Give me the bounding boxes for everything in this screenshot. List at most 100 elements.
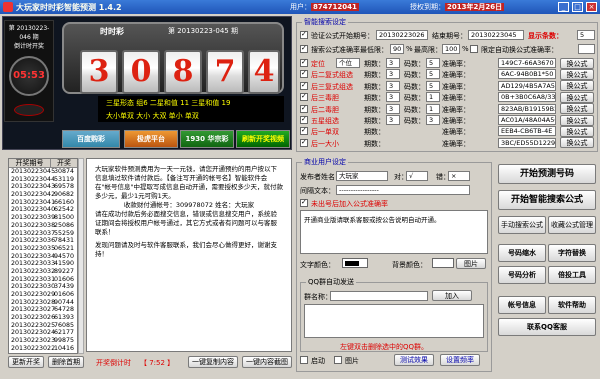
frequency-button[interactable]: 设置频率 [440,354,480,366]
table-row[interactable]: 20130223023 99875 [9,337,77,345]
table-row[interactable]: 20130223035 06521 [9,245,77,253]
table-row[interactable]: 20130223043 69578 [9,183,77,191]
periods-input[interactable]: 3 [386,115,400,125]
table-row[interactable]: 20130223041 66160 [9,199,77,207]
close-button[interactable]: × [586,2,597,12]
codes-input[interactable]: 5 [426,58,440,68]
position-select[interactable]: 个位 [336,58,360,68]
table-row[interactable]: 20130223034 94570 [9,253,77,261]
codes-input[interactable]: 1 [426,103,440,114]
periods-input[interactable]: 3 [386,69,400,80]
minimize-button[interactable]: _ [558,2,569,12]
separator-input[interactable]: ----------------- [336,185,470,195]
table-row[interactable]: 20130223024 62177 [9,329,77,337]
auto-switch-checkbox[interactable] [470,45,478,53]
table-row[interactable]: 20130223027 64728 [9,306,77,314]
table-row[interactable]: 20130223033 41590 [9,260,77,268]
baidu-lottery-button[interactable]: 百度购彩 [62,130,120,148]
formula-checkbox[interactable] [300,138,308,147]
table-row[interactable]: 20130223032 89227 [9,268,77,276]
refresh-history-button[interactable]: 更新开奖 [8,356,44,368]
max-accuracy-input[interactable]: 100 [442,44,460,54]
table-row[interactable]: 20130223038 25086 [9,222,77,230]
formula-checkbox[interactable] [300,104,308,113]
show-count-input[interactable]: 5 [577,30,595,40]
table-row[interactable]: 20130223037 55259 [9,230,77,238]
table-row[interactable]: 20130223030 37439 [9,283,77,291]
screenshot-button[interactable]: 一键内容截图 [242,356,292,368]
table-row[interactable]: 20130223039 81500 [9,214,77,222]
formula-checkbox[interactable] [300,69,308,79]
start-period-select[interactable]: 20130223026 [376,30,428,40]
text-color-picker[interactable] [342,258,368,268]
maximize-button[interactable]: □ [572,2,583,12]
end-period-select[interactable]: 20130223045 [468,30,524,40]
periods-input[interactable]: 3 [386,58,400,68]
codes-input[interactable]: 5 [426,80,440,91]
delete-first-button[interactable]: 删除首期 [48,356,84,368]
periods-input[interactable]: 3 [386,80,400,91]
formula-input[interactable]: 823AB/B19159B2 [498,103,556,114]
switch-formula-button[interactable]: 换公式 [560,125,594,137]
table-row[interactable]: 20130223040 62542 [9,206,77,214]
content-textarea[interactable]: 开通商业版请联系客服或按公告说明自动开通。 [300,210,488,254]
test-button[interactable]: 测试效果 [394,354,434,366]
bg-color-picker[interactable] [432,258,454,268]
min-accuracy-input[interactable]: 90 [390,44,404,54]
periods-input[interactable]: 3 [386,103,400,114]
char-replace-button[interactable]: 字符替换 [548,244,596,262]
formula-checkbox[interactable] [300,126,308,136]
formula-input[interactable]: 149C7-66A3670 [498,58,556,68]
group-name-input[interactable] [330,291,428,301]
formula-checkbox[interactable] [300,92,308,102]
codes-input[interactable]: 3 [426,115,440,125]
switch-formula-button[interactable]: 换公式 [560,137,594,149]
formula-input[interactable]: 3BC/ED55D12299 [498,137,556,148]
start-predict-button[interactable]: 开始预测号码 [498,164,596,184]
append-accuracy-checkbox[interactable] [300,198,308,207]
switch-formula-button[interactable]: 换公式 [560,103,594,115]
bg-image-button[interactable]: 图片 [456,258,486,269]
switch-formula-button[interactable]: 换公式 [560,80,594,92]
pic-checkbox[interactable] [334,356,342,364]
table-row[interactable]: 20130223042 90682 [9,191,77,199]
auto-switch-input[interactable] [578,44,595,54]
codes-input[interactable]: 1 [426,92,440,103]
account-info-button[interactable]: 帐号信息 [498,296,546,314]
formula-input[interactable]: EEB4-CB6TB-4E [498,126,556,137]
table-row[interactable]: 20130223031 01606 [9,276,77,284]
wrong-mark-input[interactable]: × [448,171,470,181]
switch-formula-button[interactable]: 换公式 [560,57,594,69]
formula-checkbox[interactable] [300,58,308,67]
table-row[interactable]: 20130223029 01606 [9,291,77,299]
collect-formula-button[interactable]: 收藏公式管理 [548,216,596,234]
codes-input[interactable]: 5 [426,69,440,80]
table-row[interactable]: 20130223025 76085 [9,322,77,330]
formula-checkbox[interactable] [300,81,308,90]
contact-qq-button[interactable]: 联系QQ客服 [498,318,596,336]
add-group-button[interactable]: 加入 [432,290,472,301]
copy-content-button[interactable]: 一键复制内容 [188,356,238,368]
formula-input[interactable]: 6AC-94B0B1*50 [498,69,556,80]
switch-formula-button[interactable]: 换公式 [560,91,594,103]
table-row[interactable]: 20130223026 61393 [9,314,77,322]
huazong-button[interactable]: 1930 华宗彩 [180,130,234,148]
switch-formula-button[interactable]: 换公式 [560,68,594,80]
switch-formula-button[interactable]: 换公式 [560,114,594,126]
table-row[interactable]: 20130223045 30874 [9,168,77,176]
formula-input[interactable]: 0B+3B0C6A8/333 [498,92,556,103]
table-row[interactable]: 20130223036 78431 [9,237,77,245]
history-scrollbar[interactable] [78,158,84,354]
right-mark-input[interactable]: √ [406,171,428,181]
table-row[interactable]: 20130223022 10416 [9,345,77,353]
qq-group-list[interactable] [304,304,484,338]
refresh-video-button[interactable]: 刷新开奖视频 [236,130,290,148]
accuracy-checkbox[interactable] [300,44,308,53]
number-analyze-button[interactable]: 号码分析 [498,266,546,284]
start-search-button[interactable]: 开始智能搜索公式 [498,190,596,210]
formula-input[interactable]: AC01A/48A04A5C [498,115,556,125]
start-checkbox[interactable] [300,356,308,364]
verify-checkbox[interactable] [300,30,308,39]
periods-input[interactable]: 3 [386,92,400,103]
table-row[interactable]: 20130223028 90744 [9,299,77,307]
